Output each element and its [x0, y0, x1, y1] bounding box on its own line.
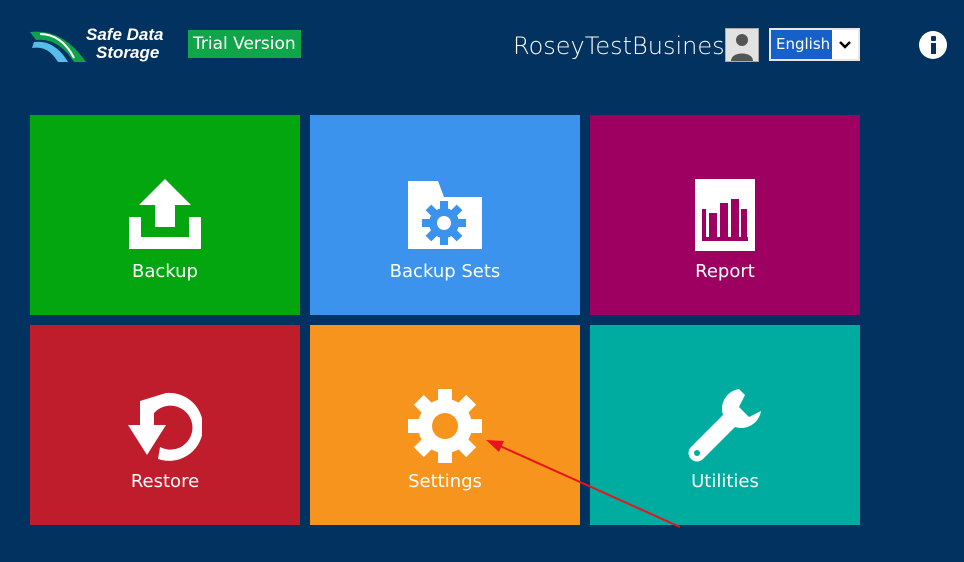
trial-version-badge: Trial Version: [188, 30, 301, 58]
tile-restore[interactable]: Restore: [30, 325, 300, 525]
logo-swoosh-icon: [30, 31, 86, 62]
language-select[interactable]: English: [769, 28, 860, 61]
upload-icon: [129, 179, 201, 249]
info-icon[interactable]: [919, 31, 947, 59]
tile-label: Report: [695, 261, 755, 282]
gear-icon: [408, 389, 482, 463]
tile-label: Settings: [408, 471, 482, 492]
wrench-icon: [688, 389, 761, 462]
tile-label: Utilities: [691, 471, 759, 492]
tile-settings[interactable]: Settings: [310, 325, 580, 525]
account-name: RoseyTestBusiness: [513, 32, 738, 60]
tile-utilities[interactable]: Utilities: [590, 325, 860, 525]
tile-backup-sets[interactable]: Backup Sets: [310, 115, 580, 315]
folder-gear-icon: [408, 181, 482, 249]
logo-text: Safe Data Storage: [86, 26, 163, 62]
tile-label: Restore: [130, 471, 200, 492]
tile-backup[interactable]: Backup: [30, 115, 300, 315]
bar-chart-icon: [695, 179, 755, 251]
logo-line1: Safe Data: [86, 25, 164, 44]
user-icon: [731, 34, 753, 61]
tile-report[interactable]: Report: [590, 115, 860, 315]
language-value: English: [776, 35, 831, 53]
chevron-down-icon: [832, 30, 858, 59]
restore-icon: [128, 392, 202, 461]
logo: Safe Data Storage: [28, 26, 178, 66]
tile-label: Backup Sets: [389, 261, 501, 282]
avatar[interactable]: [725, 28, 759, 62]
logo-line2: Storage: [96, 43, 160, 62]
tile-label: Backup: [132, 261, 198, 282]
